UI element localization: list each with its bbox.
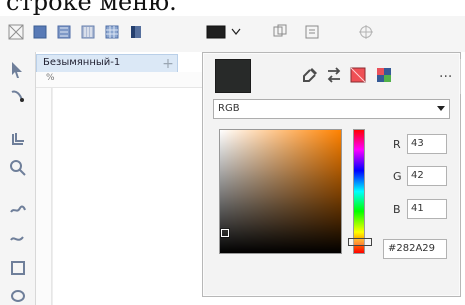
grid-icon (8, 24, 24, 40)
document-tab[interactable]: Безымянный-1 + (36, 54, 178, 72)
hex-color-input[interactable]: #282A29 (383, 239, 447, 259)
distribute-icon (81, 25, 95, 39)
color-model-select[interactable]: RGB (213, 99, 450, 119)
fill-icon (33, 25, 47, 39)
chevron-down-icon (437, 106, 445, 111)
tool-curve[interactable] (8, 228, 28, 248)
ruler-unit-label: % (46, 73, 55, 83)
palette-icon[interactable] (347, 64, 369, 86)
tool-shape[interactable] (8, 88, 28, 108)
divider (460, 59, 461, 94)
current-color-swatch[interactable] (215, 59, 251, 93)
target-icon (359, 25, 373, 39)
green-label: G (393, 170, 402, 183)
panel-icon (131, 26, 141, 38)
crop-icon (12, 133, 24, 145)
swap-icon[interactable] (323, 64, 345, 86)
tool-ellipse[interactable] (8, 286, 28, 305)
hue-slider-thumb[interactable] (348, 238, 372, 246)
top-cropped-text: строке меню. (6, 0, 177, 16)
vertical-ruler (36, 88, 52, 305)
fill-button[interactable] (28, 20, 52, 44)
hue-slider[interactable] (348, 129, 372, 254)
curve-icon (10, 236, 24, 241)
eyedropper-icon[interactable] (299, 64, 321, 86)
red-label: R (393, 138, 401, 151)
copy-icon (273, 24, 287, 37)
color-icon (206, 25, 226, 39)
target-button[interactable] (354, 20, 378, 44)
color-button[interactable] (202, 20, 230, 44)
distribute-button[interactable] (76, 20, 100, 44)
color-model-value: RGB (218, 103, 240, 114)
blue-label: B (393, 203, 401, 216)
document-canvas[interactable] (52, 88, 212, 305)
color-popup-panel: ... RGB R 43 G 42 B 41 #282A29 (202, 52, 461, 297)
main-toolbar (0, 16, 465, 52)
horizontal-ruler: % (36, 72, 216, 88)
document-tab-title: Безымянный-1 (43, 57, 121, 68)
color-picker-handle[interactable] (221, 229, 229, 237)
color-dropdown[interactable] (230, 20, 242, 44)
chevron-down-icon (231, 28, 241, 35)
tool-crop[interactable] (8, 130, 28, 150)
green-input[interactable]: 42 (407, 166, 447, 186)
zoom-icon (10, 160, 26, 176)
panel-button[interactable] (124, 20, 148, 44)
red-input[interactable]: 43 (407, 134, 447, 154)
mixer-icon[interactable] (373, 64, 395, 86)
tool-zoom[interactable] (8, 158, 28, 178)
table-button[interactable] (100, 20, 124, 44)
shape-icon (11, 90, 24, 102)
blue-input[interactable]: 41 (407, 199, 447, 219)
more-icon[interactable]: ... (439, 65, 452, 81)
copy-button[interactable] (268, 20, 292, 44)
frame-icon (305, 25, 319, 39)
freehand-icon (10, 205, 26, 213)
frame-button[interactable] (300, 20, 324, 44)
rectangle-icon (11, 261, 25, 275)
pattern-icon (57, 25, 71, 39)
saturation-value-field[interactable] (219, 129, 342, 254)
app-root: строке меню. Безымянный-1 + % ... RGB R … (0, 0, 465, 305)
pointer-icon (12, 62, 22, 78)
ellipse-icon (11, 290, 25, 302)
plus-icon[interactable]: + (161, 57, 175, 71)
tool-freehand[interactable] (8, 198, 28, 218)
pattern-button[interactable] (52, 20, 76, 44)
table-icon (105, 25, 119, 39)
tool-pointer[interactable] (8, 60, 28, 80)
grid-button[interactable] (4, 20, 28, 44)
tool-rectangle[interactable] (8, 258, 28, 278)
left-toolbox (0, 52, 36, 305)
